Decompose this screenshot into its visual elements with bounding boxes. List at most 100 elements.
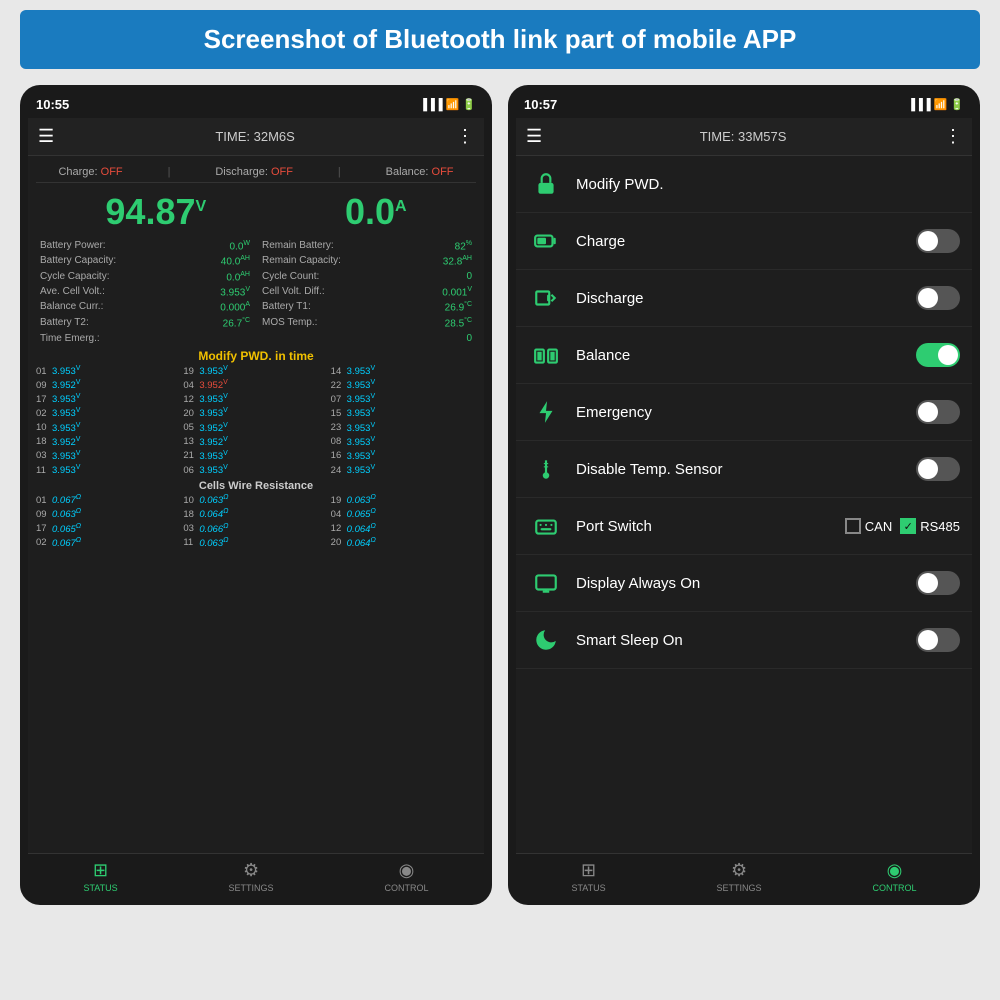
right-time: 10:57	[524, 97, 557, 112]
cell-item: 023.953V	[36, 407, 181, 419]
stat-cell-volt-diff: Cell Volt. Diff.: 0.001V	[258, 285, 476, 299]
resistance-item: 170.065Ω	[36, 523, 181, 535]
balance-status: Balance: OFF	[386, 166, 454, 178]
rs485-checkbox[interactable]: ✓ RS485	[900, 518, 960, 534]
right-status-icons: ▐▐▐ 📶 🔋	[907, 98, 964, 111]
cell-item: 083.953V	[331, 436, 476, 448]
settings-icon: ⚙	[243, 860, 259, 881]
phones-row: 10:55 ▐▐▐ 📶 🔋 ☰ TIME: 32M6S ⋮ Charge: OF…	[20, 85, 980, 905]
control-item: Discharge	[516, 270, 972, 327]
big-values: 94.87V 0.0A	[36, 183, 476, 237]
control-label-7: Display Always On	[576, 575, 904, 592]
resistance-item: 110.063Ω	[183, 537, 328, 549]
r-more-icon[interactable]: ⋮	[944, 126, 962, 147]
r-battery-icon: 🔋	[950, 98, 964, 111]
cell-item: 213.953V	[183, 450, 328, 462]
r-status-icon: ⊞	[581, 860, 596, 881]
cell-item: 113.953V	[36, 464, 181, 476]
control-icon-wrap	[528, 508, 564, 544]
toggle-balance[interactable]	[916, 343, 960, 367]
wifi-icon: 📶	[446, 98, 460, 111]
stat-cycle-capacity: Cycle Capacity: 0.0AH	[36, 270, 254, 284]
can-label: CAN	[865, 519, 892, 534]
header-banner: Screenshot of Bluetooth link part of mob…	[20, 10, 980, 69]
resistance-item: 020.067Ω	[36, 537, 181, 549]
control-item: Port Switch CAN ✓ RS485	[516, 498, 972, 555]
cell-item: 143.953V	[331, 365, 476, 377]
toggle-display-always-on[interactable]	[916, 571, 960, 595]
nav-status[interactable]: ⊞ STATUS	[83, 860, 117, 893]
can-checkbox-box[interactable]	[845, 518, 861, 534]
r-wifi-icon: 📶	[934, 98, 948, 111]
left-status-icons: ▐▐▐ 📶 🔋	[419, 98, 476, 111]
cell-item: 223.953V	[331, 379, 476, 391]
charge-status: Charge: OFF	[58, 166, 122, 178]
control-label-0: Modify PWD.	[576, 176, 960, 193]
nav-settings[interactable]: ⚙ SETTINGS	[229, 860, 274, 893]
r-nav-settings[interactable]: ⚙ SETTINGS	[717, 860, 762, 893]
stat-battery-power: Battery Power: 0.0W	[36, 239, 254, 253]
r-signal-icon: ▐▐▐	[907, 99, 930, 111]
control-icon-wrap	[528, 280, 564, 316]
control-label-4: Emergency	[576, 404, 904, 421]
cell-item: 123.953V	[183, 393, 328, 405]
control-icon-wrap	[528, 223, 564, 259]
toggle-disable-temp.-sensor[interactable]	[916, 457, 960, 481]
voltage-display: 94.87V	[105, 191, 206, 233]
left-status-section: Charge: OFF | Discharge: OFF | Balance: …	[28, 156, 484, 853]
control-item: Smart Sleep On	[516, 612, 972, 669]
right-app-header: ☰ TIME: 33M57S ⋮	[516, 118, 972, 156]
resistance-item: 180.064Ω	[183, 508, 328, 520]
control-icon-wrap	[528, 451, 564, 487]
toggle-charge[interactable]	[916, 229, 960, 253]
resistance-item: 100.063Ω	[183, 494, 328, 506]
toggle-emergency[interactable]	[916, 400, 960, 424]
stat-balance-curr: Balance Curr.: 0.000A	[36, 300, 254, 314]
resistance-title: Cells Wire Resistance	[36, 476, 476, 494]
discharge-status: Discharge: OFF	[215, 166, 293, 178]
cell-item: 243.953V	[331, 464, 476, 476]
right-status-bar: 10:57 ▐▐▐ 📶 🔋	[516, 95, 972, 118]
can-checkbox[interactable]: CAN	[845, 518, 892, 534]
stat-remain-capacity: Remain Capacity: 32.8AH	[258, 254, 476, 268]
control-icon-wrap	[528, 565, 564, 601]
cell-item: 133.952V	[183, 436, 328, 448]
nav-control[interactable]: ◉ CONTROL	[384, 860, 428, 893]
left-phone: 10:55 ▐▐▐ 📶 🔋 ☰ TIME: 32M6S ⋮ Charge: OF…	[20, 85, 492, 905]
cell-item: 183.952V	[36, 436, 181, 448]
port-switch-row: CAN ✓ RS485	[845, 518, 960, 534]
resistance-grid: 010.067Ω100.063Ω190.063Ω090.063Ω180.064Ω…	[36, 494, 476, 549]
r-nav-control[interactable]: ◉ CONTROL	[872, 860, 916, 893]
cell-item: 093.952V	[36, 379, 181, 391]
control-icon-wrap	[528, 394, 564, 430]
hamburger-icon[interactable]: ☰	[38, 126, 54, 147]
r-control-icon: ◉	[887, 860, 903, 881]
cell-item: 063.953V	[183, 464, 328, 476]
cell-item: 233.953V	[331, 422, 476, 434]
stat-remain-battery: Remain Battery: 82%	[258, 239, 476, 253]
control-label-2: Discharge	[576, 290, 904, 307]
cell-item: 043.952V	[183, 379, 328, 391]
toggle-smart-sleep-on[interactable]	[916, 628, 960, 652]
left-time: 10:55	[36, 97, 69, 112]
resistance-item: 030.066Ω	[183, 523, 328, 535]
rs485-checkbox-box[interactable]: ✓	[900, 518, 916, 534]
control-item: Balance	[516, 327, 972, 384]
stats-grid: Battery Power: 0.0W Remain Battery: 82% …	[36, 237, 476, 332]
resistance-item: 090.063Ω	[36, 508, 181, 520]
left-bottom-nav: ⊞ STATUS ⚙ SETTINGS ◉ CONTROL	[28, 853, 484, 897]
stat-battery-t2: Battery T2: 26.7°C	[36, 316, 254, 330]
r-hamburger-icon[interactable]: ☰	[526, 126, 542, 147]
r-nav-status[interactable]: ⊞ STATUS	[571, 860, 605, 893]
control-item: Charge	[516, 213, 972, 270]
resistance-item: 190.063Ω	[331, 494, 476, 506]
stat-cycle-count: Cycle Count: 0	[258, 270, 476, 284]
control-label-8: Smart Sleep On	[576, 632, 904, 649]
cell-item: 053.952V	[183, 422, 328, 434]
right-app-time: TIME: 33M57S	[700, 129, 787, 144]
control-list: Modify PWD. Charge Discharge Balance Eme…	[516, 156, 972, 853]
more-icon[interactable]: ⋮	[456, 126, 474, 147]
toggle-discharge[interactable]	[916, 286, 960, 310]
control-label-1: Charge	[576, 233, 904, 250]
cell-item: 013.953V	[36, 365, 181, 377]
